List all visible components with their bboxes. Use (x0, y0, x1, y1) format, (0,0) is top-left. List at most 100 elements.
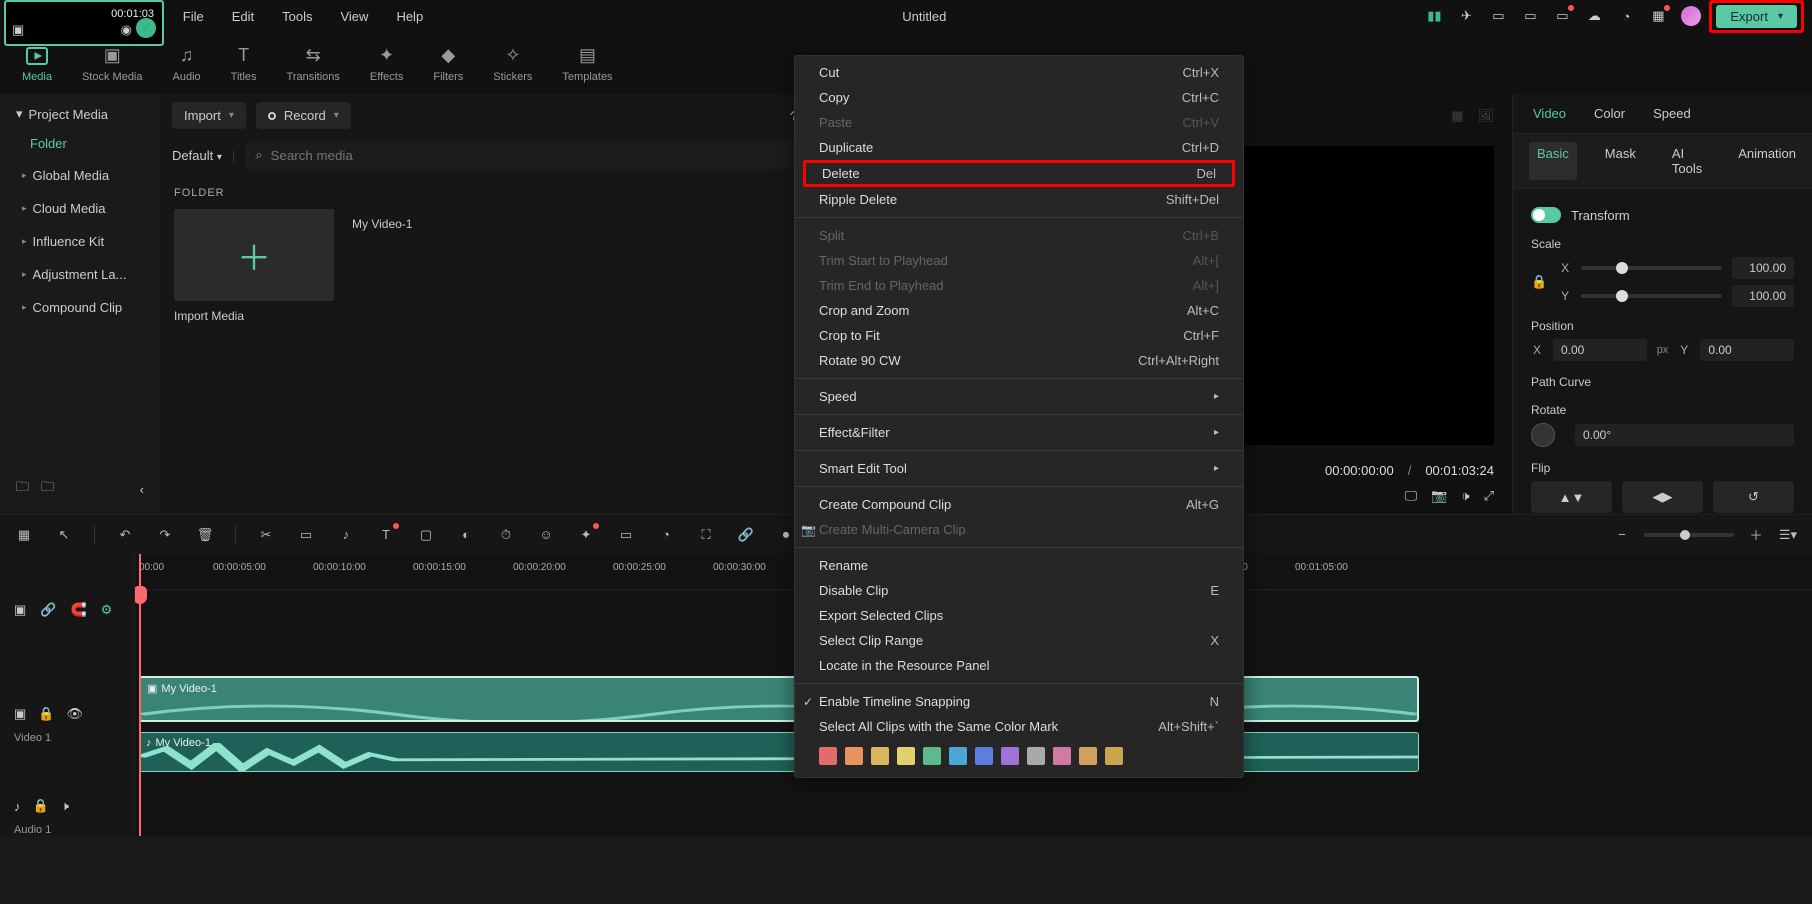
tl-text-icon[interactable]: T (376, 525, 396, 545)
ctx-crop-and-zoom[interactable]: Crop and ZoomAlt+C (795, 298, 1243, 323)
sb-compound-clip[interactable]: ▸Compound Clip (10, 292, 150, 323)
color-swatch[interactable] (819, 747, 837, 765)
ctx-duplicate[interactable]: DuplicateCtrl+D (795, 135, 1243, 160)
collapse-sidebar-icon[interactable]: ‹ (140, 482, 144, 497)
color-swatch[interactable] (897, 747, 915, 765)
sb-folder[interactable]: Folder (6, 128, 154, 159)
tl-link-icon[interactable]: 🔗 (736, 525, 756, 545)
user-avatar[interactable] (1681, 6, 1701, 26)
ctx-copy[interactable]: CopyCtrl+C (795, 85, 1243, 110)
screen-icon[interactable]: ▭ (1521, 7, 1539, 25)
zoom-in-icon[interactable]: ＋ (1746, 525, 1766, 545)
tl-undo-icon[interactable]: ↶ (115, 525, 135, 545)
lock-icon[interactable]: 🔒 (1531, 274, 1547, 290)
playhead[interactable] (139, 554, 141, 836)
mute-track-icon[interactable]: 👁 (66, 706, 83, 722)
export-button[interactable]: Export ▾ (1716, 5, 1797, 28)
flip-v-button[interactable]: ◀▶ (1622, 481, 1703, 513)
tl-delete-icon[interactable]: 🗑 (195, 525, 215, 545)
scale-x-value[interactable]: 100.00 (1732, 257, 1794, 279)
cloud-icon[interactable]: ☁ (1585, 7, 1603, 25)
tl-frame-icon[interactable]: ▭ (616, 525, 636, 545)
color-swatch[interactable] (975, 747, 993, 765)
tl-redo-icon[interactable]: ↷ (155, 525, 175, 545)
ctx-disable-clip[interactable]: Disable ClipE (795, 578, 1243, 603)
scale-y-slider[interactable] (1581, 294, 1722, 298)
color-swatch[interactable] (923, 747, 941, 765)
new-folder2-icon[interactable]: 🗀 (41, 478, 54, 500)
tl-magnet-icon[interactable]: 🧲 (70, 602, 86, 618)
monitor-icon[interactable]: 🖵 (1405, 488, 1418, 504)
video-track-icon[interactable]: ▣ (14, 706, 26, 722)
mute-audio-icon[interactable]: 🕨 (61, 798, 69, 814)
send-icon[interactable]: ✈ (1457, 7, 1475, 25)
color-swatch[interactable] (1027, 747, 1045, 765)
ctx-speed[interactable]: Speed▸ (795, 384, 1243, 409)
prop-sub-basic[interactable]: Basic (1529, 142, 1577, 180)
tl-ai-icon[interactable]: ✦ (576, 525, 596, 545)
mode-stock[interactable]: ▣Stock Media (82, 44, 143, 83)
sb-influence-kit[interactable]: ▸Influence Kit (10, 226, 150, 257)
prop-sub-animation[interactable]: Animation (1730, 142, 1804, 180)
menu-edit[interactable]: Edit (232, 9, 254, 24)
tl-music-icon[interactable]: ♪ (336, 525, 356, 545)
tl-layout-icon[interactable]: ▦ (14, 525, 34, 545)
menu-view[interactable]: View (340, 9, 368, 24)
pos-y-value[interactable]: 0.00 (1700, 339, 1794, 361)
mode-effects[interactable]: ✦Effects (370, 44, 403, 83)
tl-face-icon[interactable]: ☺ (536, 525, 556, 545)
search-input[interactable] (271, 148, 814, 163)
prop-sub-mask[interactable]: Mask (1597, 142, 1644, 180)
zoom-out-icon[interactable]: − (1612, 525, 1632, 545)
ctx-effect-filter[interactable]: Effect&Filter▸ (795, 420, 1243, 445)
tl-link2-icon[interactable]: 🔗 (40, 602, 56, 618)
rotate-value[interactable]: 0.00° (1575, 424, 1794, 446)
media-clip-card[interactable]: 00:01:03 ▣ ◉ ✓ My Video-1 (352, 209, 512, 323)
save-icon[interactable]: ▭ (1553, 7, 1571, 25)
audio-track-icon[interactable]: ♪ (14, 799, 21, 814)
tl-list-icon[interactable]: ☰▾ (1778, 525, 1798, 545)
sb-cloud-media[interactable]: ▸Cloud Media (10, 193, 150, 224)
image-view-icon[interactable]: 🖼 (1477, 108, 1494, 124)
sb-adjustment-layer[interactable]: ▸Adjustment La... (10, 259, 150, 290)
flip-h-button[interactable]: ▲▼ (1531, 481, 1612, 513)
lock-track-icon[interactable]: 🔒 (38, 706, 54, 722)
mode-titles[interactable]: TTitles (231, 44, 257, 83)
color-swatch[interactable] (949, 747, 967, 765)
color-swatch[interactable] (845, 747, 863, 765)
record-dropdown[interactable]: Record▾ (256, 102, 351, 129)
snapshot-icon[interactable]: 📷 (1431, 488, 1447, 504)
prop-sub-ai[interactable]: AI Tools (1664, 142, 1710, 180)
rect-icon[interactable]: ▭ (1489, 7, 1507, 25)
headphones-icon[interactable]: ◔ (1617, 7, 1635, 25)
mode-media[interactable]: Media (22, 44, 52, 83)
ctx-create-compound-clip[interactable]: Create Compound ClipAlt+G (795, 492, 1243, 517)
lock-audio-icon[interactable]: 🔒 (33, 798, 49, 814)
mode-templates[interactable]: ▤Templates (562, 44, 612, 83)
tl-pointer-icon[interactable]: ↖ (54, 525, 74, 545)
scale-x-slider[interactable] (1581, 266, 1722, 270)
sb-global-media[interactable]: ▸Global Media (10, 160, 150, 191)
sb-project-media[interactable]: Project Media (29, 107, 108, 122)
tl-trackmatte-icon[interactable]: ▢ (416, 525, 436, 545)
tl-crop-icon[interactable]: ▭ (296, 525, 316, 545)
scale-y-value[interactable]: 100.00 (1732, 285, 1794, 307)
ctx-rename[interactable]: Rename (795, 553, 1243, 578)
mode-audio[interactable]: ♫Audio (173, 44, 201, 83)
ctx-enable-timeline-snapping[interactable]: ✓Enable Timeline SnappingN (795, 689, 1243, 714)
color-swatch[interactable] (871, 747, 889, 765)
ctx-locate-in-the-resource-panel[interactable]: Locate in the Resource Panel (795, 653, 1243, 678)
ctx-export-selected-clips[interactable]: Export Selected Clips (795, 603, 1243, 628)
ctx-smart-edit-tool[interactable]: Smart Edit Tool▸ (795, 456, 1243, 481)
tl-autoscroll-icon[interactable]: ⚙ (101, 602, 113, 618)
prop-tab-video[interactable]: Video (1533, 106, 1566, 121)
ctx-select-all-clips-with-the-same-color-mark[interactable]: Select All Clips with the Same Color Mar… (795, 714, 1243, 739)
pos-x-value[interactable]: 0.00 (1553, 339, 1647, 361)
mode-transitions[interactable]: ⇆Transitions (287, 44, 340, 83)
sort-selector[interactable]: Default ▾ (172, 148, 222, 163)
prop-tab-color[interactable]: Color (1594, 106, 1625, 121)
transform-toggle[interactable] (1531, 207, 1561, 223)
import-media-card[interactable]: ＋ Import Media (174, 209, 334, 323)
zoom-slider[interactable] (1644, 533, 1734, 537)
menu-tools[interactable]: Tools (282, 9, 312, 24)
